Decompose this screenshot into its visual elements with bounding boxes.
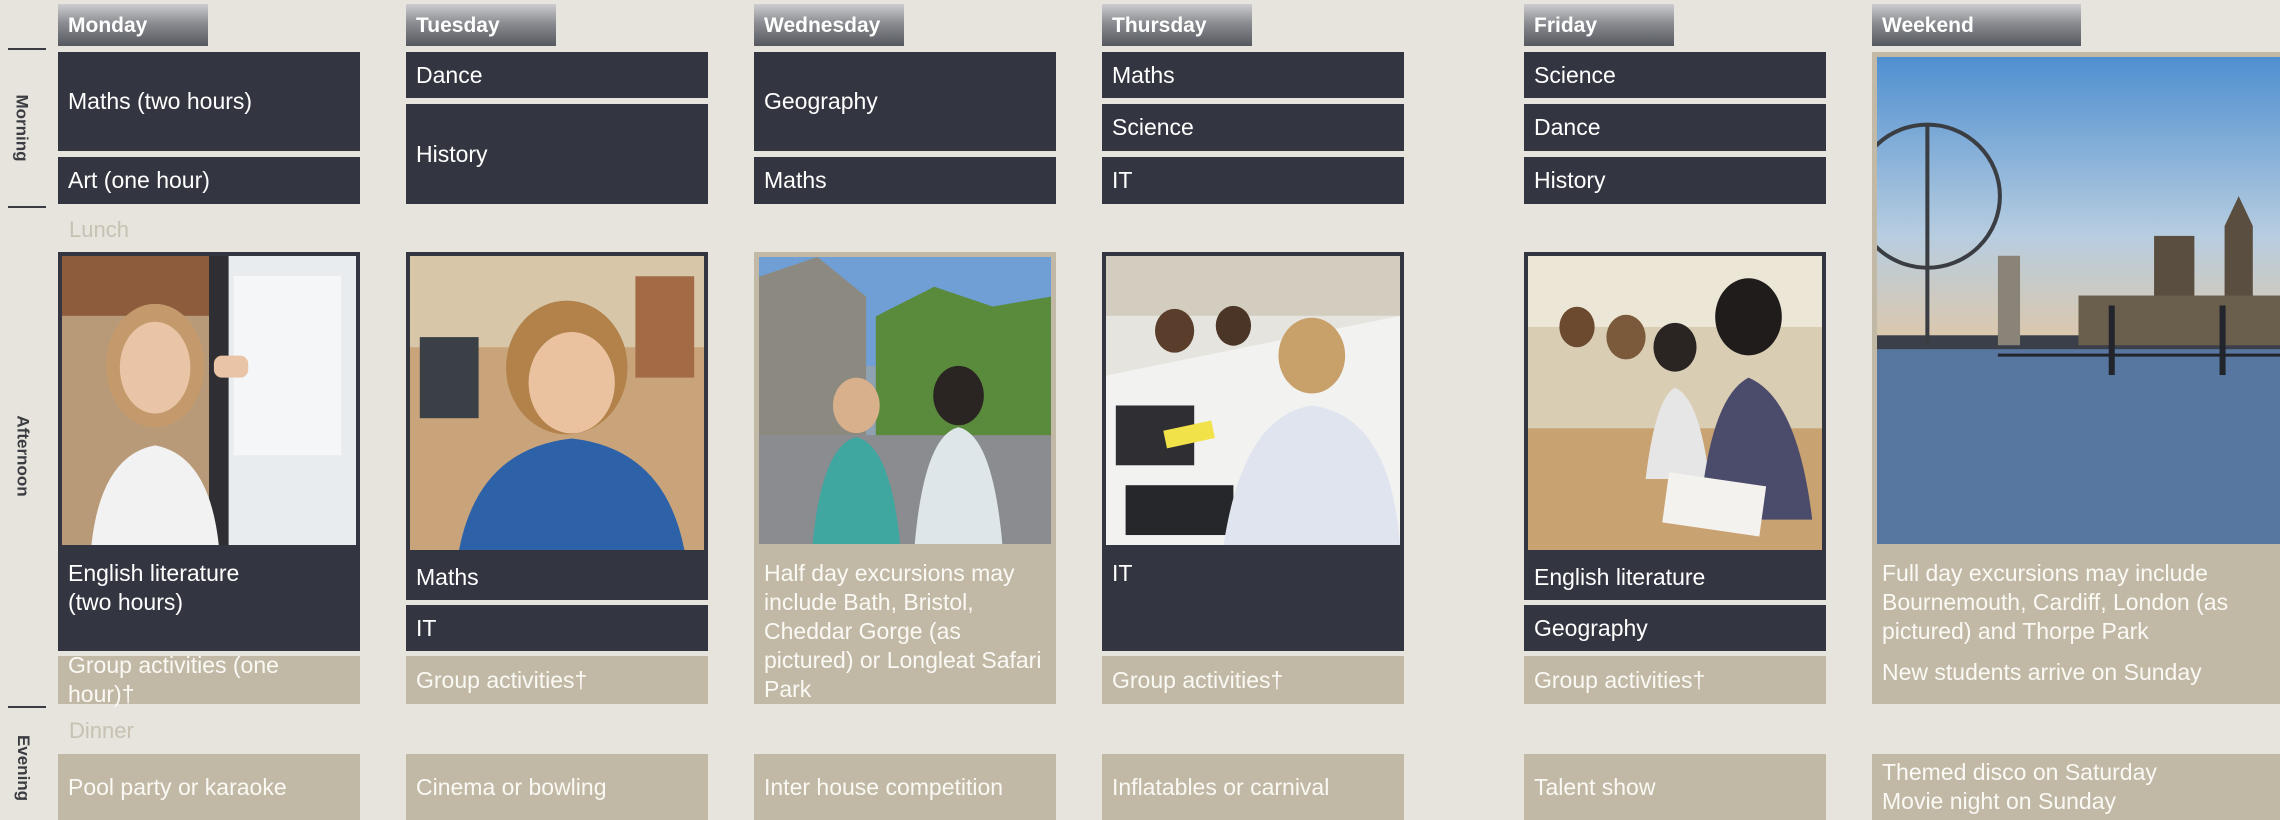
weekend-evening-1: Themed disco on Saturday	[1882, 759, 2157, 785]
monday-morning-1: Maths (two hours)	[58, 52, 360, 151]
friday-afternoon-2: Geography	[1524, 605, 1826, 651]
wednesday-morning-2: Maths	[754, 157, 1056, 204]
friday-photo	[1524, 252, 1826, 554]
morning-top-rule	[8, 48, 46, 50]
tuesday-morning-2: History	[406, 104, 708, 204]
morning-label: Morning	[12, 94, 32, 162]
header-monday: Monday	[58, 4, 208, 46]
dinner-label: Dinner	[69, 718, 134, 743]
monday-group: Group activities (one hour)†	[58, 652, 360, 707]
wednesday-morning-1: Geography	[754, 52, 1056, 151]
weekend-evening: Themed disco on Saturday Movie night on …	[1872, 754, 2280, 820]
friday-afternoon-1: English literature	[1524, 554, 1826, 600]
friday-morning-2: Dance	[1524, 104, 1826, 151]
weekend-photo	[1872, 52, 2280, 549]
tuesday-evening: Cinema or bowling	[406, 754, 708, 820]
header-friday: Friday	[1524, 4, 1674, 46]
thursday-afternoon-1: IT	[1102, 549, 1404, 651]
thursday-morning-2: Science	[1102, 104, 1404, 151]
thursday-morning-1: Maths	[1102, 52, 1404, 98]
wednesday-evening: Inter house competition	[754, 754, 1056, 820]
thursday-morning-3: IT	[1102, 157, 1404, 204]
header-tuesday: Tuesday	[406, 4, 556, 46]
wednesday-afternoon-1: Half day excursions may include Bath, Br…	[754, 549, 1056, 704]
header-weekend: Weekend	[1872, 4, 2081, 46]
afternoon-label: Afternoon	[13, 415, 33, 497]
morning-bottom-rule	[8, 206, 46, 208]
evening-label: Evening	[14, 734, 34, 802]
friday-morning-3: History	[1524, 157, 1826, 204]
tuesday-afternoon-1: Maths	[406, 554, 708, 600]
evening-top-rule	[8, 706, 46, 708]
header-wednesday: Wednesday	[754, 4, 904, 46]
monday-photo	[58, 252, 360, 549]
thursday-group: Group activities†	[1102, 656, 1404, 704]
friday-evening: Talent show	[1524, 754, 1826, 820]
weekend-evening-2: Movie night on Sunday	[1882, 788, 2116, 814]
weekend-afternoon-1: Full day excursions may include Bournemo…	[1882, 560, 2229, 644]
monday-evening: Pool party or karaoke	[58, 754, 360, 820]
monday-afternoon-1: English literature (two hours)	[58, 549, 360, 651]
weekend-afternoon: Full day excursions may include Bournemo…	[1872, 549, 2280, 704]
friday-group: Group activities†	[1524, 656, 1826, 704]
tuesday-morning-1: Dance	[406, 52, 708, 98]
header-thursday: Thursday	[1102, 4, 1252, 46]
monday-morning-2: Art (one hour)	[58, 157, 360, 204]
tuesday-afternoon-2: IT	[406, 605, 708, 651]
thursday-evening: Inflatables or carnival	[1102, 754, 1404, 820]
wednesday-photo	[754, 252, 1056, 549]
tuesday-photo	[406, 252, 708, 554]
tuesday-group: Group activities†	[406, 656, 708, 704]
lunch-label: Lunch	[69, 217, 129, 242]
friday-morning-1: Science	[1524, 52, 1826, 98]
thursday-photo	[1102, 252, 1404, 549]
weekend-afternoon-2: New students arrive on Sunday	[1882, 659, 2202, 685]
